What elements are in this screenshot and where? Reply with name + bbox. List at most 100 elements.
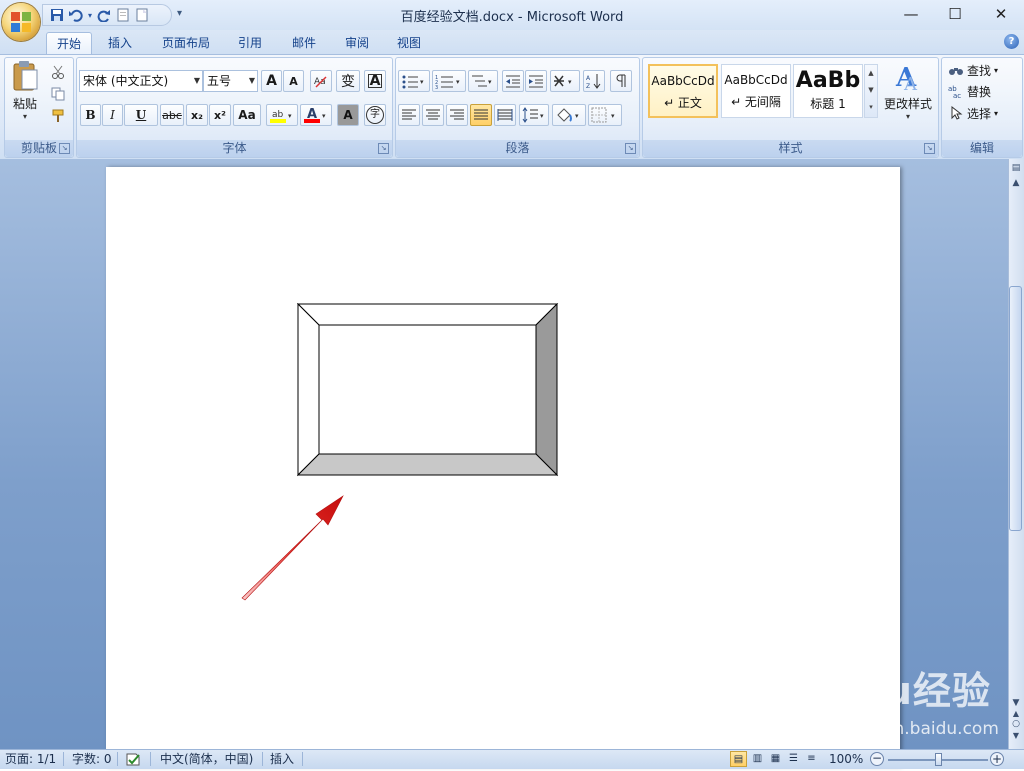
close-button[interactable]: ✕ <box>980 3 1022 25</box>
italic-button[interactable]: I <box>102 104 123 126</box>
character-border-button[interactable]: A <box>364 70 386 92</box>
zoom-level[interactable]: 100% <box>829 751 863 767</box>
tab-references[interactable]: 引用 <box>230 32 270 54</box>
find-button[interactable]: 查找 ▾ <box>947 59 1007 81</box>
show-marks-icon[interactable] <box>610 70 632 92</box>
replace-label: 替换 <box>967 84 992 99</box>
draft-view-icon[interactable]: ≡ <box>803 751 820 767</box>
editing-group-label: 编辑 <box>942 140 1022 157</box>
zoom-out-icon[interactable]: − <box>870 752 884 766</box>
paste-button[interactable]: 粘贴 ▾ <box>9 60 41 130</box>
styles-launcher-icon[interactable]: ↘ <box>924 143 935 154</box>
underline-button[interactable]: U <box>124 104 158 126</box>
style-no-spacing[interactable]: AaBbCcDd ↵ 无间隔 <box>721 64 791 118</box>
chinese-layout-icon[interactable]: ▾ <box>550 70 580 92</box>
format-painter-icon[interactable] <box>48 105 68 127</box>
superscript-button[interactable]: x² <box>209 104 231 126</box>
scroll-up-icon[interactable]: ▲ <box>1008 175 1024 191</box>
decrease-indent-icon[interactable] <box>502 70 524 92</box>
increase-indent-icon[interactable] <box>525 70 547 92</box>
outline-view-icon[interactable]: ☰ <box>785 751 802 767</box>
change-case-button[interactable]: Aa <box>233 104 261 126</box>
copy-icon[interactable] <box>48 83 68 105</box>
font-color-button[interactable]: A ▾ <box>300 104 332 126</box>
maximize-button[interactable]: ☐ <box>934 3 976 25</box>
font-launcher-icon[interactable]: ↘ <box>378 143 389 154</box>
cut-icon[interactable] <box>48 61 68 83</box>
svg-text:3: 3 <box>435 85 438 89</box>
align-left-icon[interactable] <box>398 104 420 126</box>
web-layout-icon[interactable]: ▦ <box>767 751 784 767</box>
shrink-font-button[interactable]: A <box>283 70 304 92</box>
help-icon[interactable]: ? <box>1004 34 1019 49</box>
distributed-icon[interactable] <box>494 104 516 126</box>
line-spacing-icon[interactable]: ▾ <box>519 104 549 126</box>
strikethrough-button[interactable]: abc <box>160 104 184 126</box>
chevron-down-icon: ▼ <box>248 76 255 85</box>
paragraph-group-label: 段落 <box>396 140 639 157</box>
borders-icon[interactable]: ▾ <box>588 104 622 126</box>
svg-text:▾: ▾ <box>540 112 544 120</box>
status-divider <box>117 752 118 766</box>
svg-text:ac: ac <box>953 92 961 98</box>
font-size-select[interactable]: 五号 ▼ <box>203 70 258 92</box>
zoom-in-icon[interactable]: + <box>990 752 1004 766</box>
tab-insert[interactable]: 插入 <box>100 32 140 54</box>
cursor-icon <box>951 106 963 120</box>
ruler-toggle-icon[interactable]: ▤ <box>1008 160 1024 176</box>
select-button[interactable]: 选择 ▾ <box>947 102 1007 124</box>
clear-format-icon[interactable]: Aa <box>310 70 332 92</box>
grow-font-button[interactable]: A <box>261 70 282 92</box>
baidu-watermark-url: jingyan.baidu.com <box>842 719 999 739</box>
change-styles-button[interactable]: AA 更改样式 ▾ <box>882 60 934 130</box>
paragraph-launcher-icon[interactable]: ↘ <box>625 143 636 154</box>
proofing-icon[interactable] <box>125 751 143 767</box>
print-layout-view-icon[interactable]: ▤ <box>730 751 747 767</box>
bevel-shape[interactable] <box>297 303 559 477</box>
style-normal[interactable]: AaBbCcDd ↵ 正文 <box>648 64 718 118</box>
align-right-icon[interactable] <box>446 104 468 126</box>
highlight-color-button[interactable]: ab ▾ <box>266 104 298 126</box>
more-styles-icon[interactable]: ▾ <box>865 99 877 116</box>
multilevel-list-icon[interactable]: ▾ <box>468 70 498 92</box>
language-indicator[interactable]: 中文(简体，中国) <box>160 751 253 767</box>
word-count[interactable]: 字数: 0 <box>72 751 112 767</box>
scroll-up-icon[interactable]: ▲ <box>865 65 877 82</box>
full-screen-reading-icon[interactable]: ▥ <box>749 751 766 767</box>
minimize-button[interactable]: — <box>890 3 932 25</box>
svg-text:A: A <box>586 75 591 82</box>
insert-mode[interactable]: 插入 <box>270 751 294 767</box>
font-name-select[interactable]: 宋体 (中文正文) ▼ <box>79 70 203 92</box>
bullets-icon[interactable]: ▾ <box>398 70 430 92</box>
page-count[interactable]: 页面: 1/1 <box>5 751 56 767</box>
phonetic-guide-button[interactable]: 变 <box>336 70 360 92</box>
svg-text:Z: Z <box>586 83 590 89</box>
justify-icon[interactable] <box>470 104 492 126</box>
scroll-down-icon[interactable]: ▼ <box>865 82 877 99</box>
zoom-slider-handle[interactable] <box>935 753 942 766</box>
tab-review[interactable]: 审阅 <box>337 32 377 54</box>
styles-scroll[interactable]: ▲ ▼ ▾ <box>864 64 878 118</box>
tab-page-layout[interactable]: 页面布局 <box>152 32 220 54</box>
sort-icon[interactable]: AZ <box>583 70 605 92</box>
character-shading-button[interactable]: A <box>337 104 359 126</box>
office-button[interactable] <box>2 3 40 41</box>
office-logo-icon <box>11 12 31 32</box>
tab-mailings[interactable]: 邮件 <box>284 32 324 54</box>
clipboard-launcher-icon[interactable]: ↘ <box>59 143 70 154</box>
tab-home[interactable]: 开始 <box>46 32 92 55</box>
shading-icon[interactable]: ▾ <box>552 104 586 126</box>
next-page-icon[interactable]: ▼ <box>1008 728 1024 744</box>
align-center-icon[interactable] <box>422 104 444 126</box>
subscript-button[interactable]: x₂ <box>186 104 208 126</box>
tab-view[interactable]: 视图 <box>389 32 429 54</box>
paste-icon <box>13 61 38 91</box>
numbering-icon[interactable]: 1 2 3 ▾ <box>432 70 466 92</box>
svg-text:▾: ▾ <box>322 112 326 120</box>
replace-button[interactable]: ab ac 替换 <box>947 80 1007 102</box>
scroll-thumb[interactable] <box>1009 286 1022 531</box>
font-name-value: 宋体 (中文正文) <box>83 74 169 88</box>
style-heading-1[interactable]: AaBb 标题 1 <box>793 64 863 118</box>
bold-button[interactable]: B <box>80 104 101 126</box>
enclose-characters-button[interactable]: 字 <box>364 104 386 126</box>
